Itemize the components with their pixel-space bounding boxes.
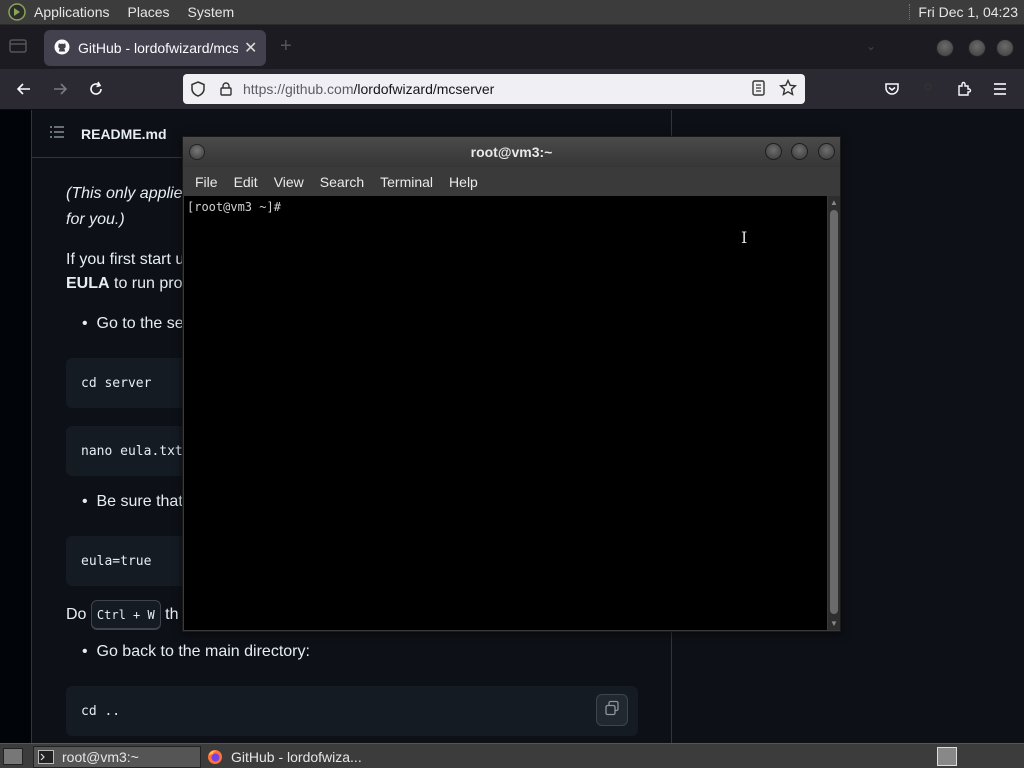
- readme-filename[interactable]: README.md: [81, 126, 167, 142]
- outline-list-icon[interactable]: [49, 125, 65, 142]
- account-icon[interactable]: [916, 77, 940, 101]
- list-item-text: Go back to the main directory:: [96, 643, 310, 660]
- reader-view-icon[interactable]: [751, 79, 767, 100]
- code-block: cd ..: [66, 686, 638, 736]
- url-path: /lordofwizard/mcserver: [353, 81, 495, 97]
- code-text: cd ..: [81, 703, 121, 719]
- tab-title: GitHub - lordofwizard/mcse: [78, 40, 238, 56]
- readme-text: th: [160, 606, 179, 624]
- clock[interactable]: Fri Dec 1, 04:23: [909, 4, 1018, 20]
- readme-paragraph: EULA to run pro: [66, 272, 183, 296]
- scroll-up-icon[interactable]: ▲: [830, 198, 838, 207]
- eula-bold-text: EULA: [66, 275, 110, 292]
- minimize-button[interactable]: [765, 143, 782, 160]
- terminal-scrollbar[interactable]: ▲ ▼: [828, 196, 840, 630]
- url-host: https://github.com: [243, 81, 354, 97]
- browser-tab-bar: GitHub - lordofwizard/mcse ✕ + ⌄: [0, 25, 1024, 69]
- terminal-window[interactable]: root@vm3:~ File Edit View Search Termina…: [182, 136, 841, 632]
- list-item-text: Go to the se: [96, 315, 184, 332]
- bottom-panel: root@vm3:~ GitHub - lordofwiza...: [0, 743, 1024, 768]
- code-text: cd server: [81, 375, 152, 391]
- readme-paragraph: If you first start u: [66, 251, 185, 268]
- chevron-down-icon[interactable]: ⌄: [866, 39, 876, 53]
- menu-places[interactable]: Places: [128, 4, 170, 20]
- text-cursor-icon: I: [741, 228, 748, 247]
- taskbar-item-label: root@vm3:~: [62, 749, 139, 765]
- minimize-window-button[interactable]: [936, 39, 954, 57]
- extensions-icon[interactable]: [952, 77, 976, 101]
- hamburger-menu-icon[interactable]: [988, 77, 1012, 101]
- terminal-screen[interactable]: [root@vm3 ~]#: [184, 196, 827, 630]
- readme-text: Do: [66, 606, 91, 624]
- back-arrow-icon[interactable]: [12, 77, 36, 101]
- close-button[interactable]: [818, 143, 835, 160]
- terminal-icon: [38, 750, 54, 764]
- taskbar-item-firefox[interactable]: GitHub - lordofwiza...: [203, 746, 403, 768]
- menu-edit[interactable]: Edit: [232, 174, 260, 190]
- menu-search[interactable]: Search: [318, 174, 366, 190]
- shield-icon[interactable]: [189, 80, 207, 98]
- list-item: • Be sure that: [82, 493, 183, 510]
- reload-icon[interactable]: [84, 77, 108, 101]
- list-item: • Go to the se: [82, 315, 184, 332]
- terminal-menubar: File Edit View Search Terminal Help: [183, 167, 840, 196]
- new-tab-icon[interactable]: +: [280, 35, 292, 58]
- list-item: • Go back to the main directory:: [82, 643, 310, 660]
- menu-applications[interactable]: Applications: [34, 4, 110, 20]
- kbd-shortcut: Ctrl + W: [90, 600, 161, 630]
- terminal-title: root@vm3:~: [470, 144, 553, 160]
- terminal-prompt: [root@vm3 ~]#: [187, 200, 281, 214]
- menu-terminal[interactable]: Terminal: [378, 174, 435, 190]
- menu-file[interactable]: File: [193, 174, 220, 190]
- readme-text: to run pro: [109, 275, 183, 292]
- menu-system[interactable]: System: [188, 4, 235, 20]
- readme-paragraph: (This only applie: [66, 185, 183, 202]
- show-desktop-icon[interactable]: [3, 748, 23, 765]
- list-item-text: Be sure that: [96, 493, 183, 510]
- firefox-icon: [207, 750, 223, 764]
- browser-nav-bar: https://github.com/lordofwizard/mcserver: [0, 69, 1024, 110]
- code-text: eula=true: [81, 553, 152, 569]
- code-text: nano eula.txt: [81, 443, 183, 459]
- copy-button[interactable]: [596, 694, 628, 726]
- bookmark-star-icon[interactable]: [778, 78, 798, 100]
- tab-list-icon[interactable]: [8, 37, 30, 57]
- taskbar-item-label: GitHub - lordofwiza...: [231, 749, 362, 765]
- forward-arrow-icon[interactable]: [48, 77, 72, 101]
- readme-paragraph: for you.): [66, 211, 125, 228]
- github-icon: [54, 39, 70, 58]
- distro-logo-icon[interactable]: [6, 1, 28, 23]
- copy-icon: [604, 700, 620, 720]
- scroll-down-icon[interactable]: ▼: [830, 619, 838, 628]
- maximize-button[interactable]: [791, 143, 808, 160]
- close-window-button[interactable]: [996, 39, 1014, 57]
- address-bar[interactable]: https://github.com/lordofwizard/mcserver: [183, 74, 805, 104]
- maximize-window-button[interactable]: [968, 39, 986, 57]
- terminal-titlebar[interactable]: root@vm3:~: [183, 137, 840, 167]
- pocket-icon[interactable]: [880, 77, 904, 101]
- workspace-switcher-2[interactable]: [960, 747, 1020, 766]
- menu-help[interactable]: Help: [447, 174, 480, 190]
- top-panel: Applications Places System Fri Dec 1, 04…: [0, 0, 1024, 25]
- left-gutter: [0, 110, 32, 743]
- tab-close-icon[interactable]: ✕: [244, 38, 257, 58]
- window-menu-icon[interactable]: [189, 144, 205, 160]
- url-text: https://github.com/lordofwizard/mcserver: [243, 81, 494, 97]
- taskbar-item-terminal[interactable]: root@vm3:~: [33, 746, 201, 768]
- tab-github[interactable]: GitHub - lordofwizard/mcse ✕: [44, 30, 266, 66]
- scrollbar-thumb[interactable]: [830, 210, 838, 614]
- lock-icon[interactable]: [217, 80, 235, 98]
- menu-view[interactable]: View: [272, 174, 306, 190]
- workspace-switcher-1[interactable]: [937, 747, 957, 766]
- readme-paragraph: Do Ctrl + W th: [66, 600, 179, 630]
